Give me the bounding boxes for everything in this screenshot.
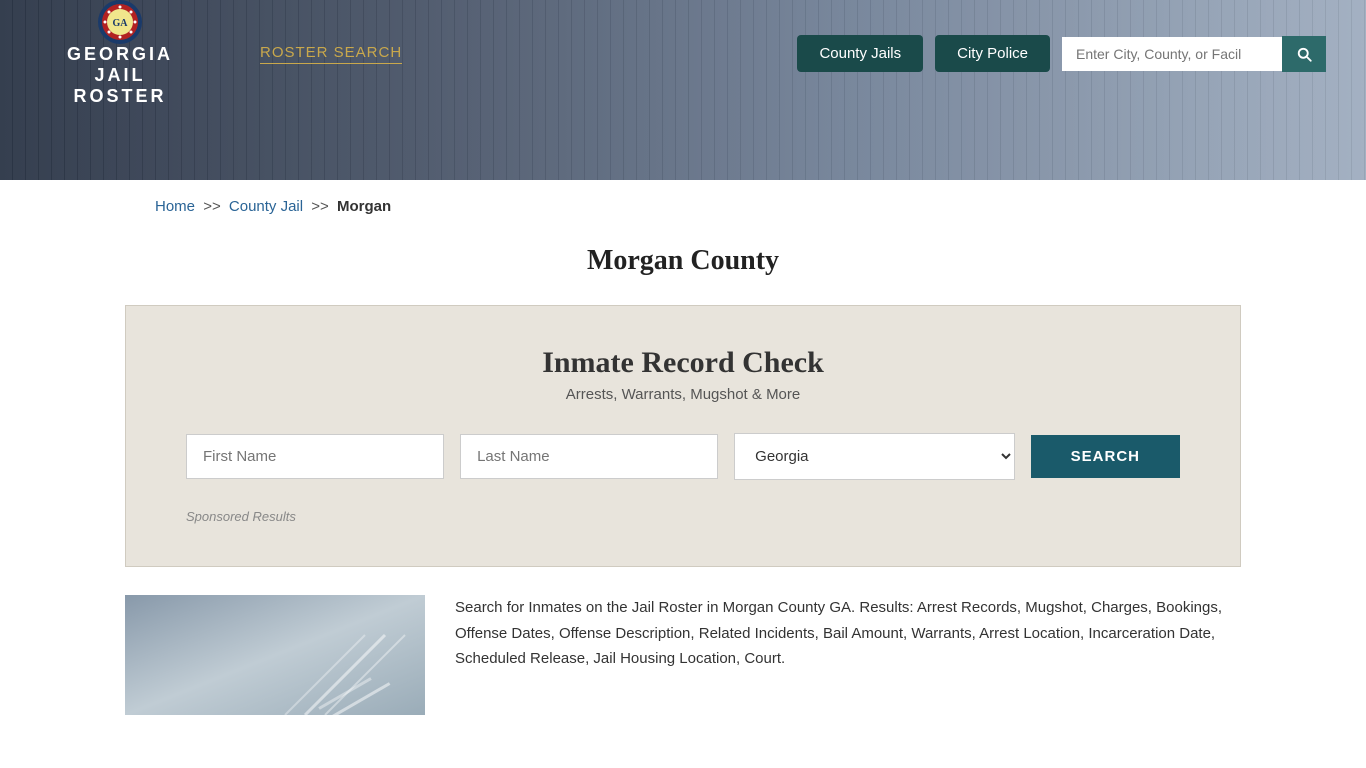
county-image bbox=[125, 595, 425, 715]
georgia-flag-icon: GA bbox=[98, 0, 142, 44]
site-header: GA GEORGIA JAIL ROSTER ROSTER SEARCH Cou… bbox=[0, 0, 1366, 180]
sponsored-text: Sponsored Results bbox=[186, 509, 296, 524]
header-search-bar bbox=[1062, 36, 1326, 72]
logo-line3: ROSTER bbox=[73, 86, 166, 107]
county-image-svg bbox=[125, 595, 425, 715]
record-check-title: Inmate Record Check bbox=[186, 346, 1180, 380]
breadcrumb-county-jail[interactable]: County Jail bbox=[229, 198, 303, 215]
page-title: Morgan County bbox=[0, 245, 1366, 277]
header-search-input[interactable] bbox=[1062, 37, 1282, 71]
county-description: Search for Inmates on the Jail Roster in… bbox=[455, 595, 1241, 672]
breadcrumb-sep2: >> bbox=[311, 198, 329, 215]
record-search-button[interactable]: SEARCH bbox=[1031, 435, 1180, 478]
sponsored-results-label: Sponsored Results bbox=[186, 508, 1180, 526]
header-right: County Jails City Police bbox=[797, 35, 1326, 72]
last-name-input[interactable] bbox=[460, 434, 718, 479]
breadcrumb-sep1: >> bbox=[203, 198, 221, 215]
logo-line2: JAIL bbox=[94, 65, 145, 86]
svg-text:GA: GA bbox=[113, 18, 129, 29]
site-logo[interactable]: GA GEORGIA JAIL ROSTER bbox=[40, 0, 200, 107]
logo-line1: GEORGIA bbox=[67, 44, 173, 65]
record-check-section: Inmate Record Check Arrests, Warrants, M… bbox=[125, 305, 1241, 567]
breadcrumb: Home >> County Jail >> Morgan bbox=[0, 180, 1366, 233]
header-search-button[interactable] bbox=[1282, 36, 1326, 72]
main-nav: ROSTER SEARCH bbox=[200, 44, 797, 64]
city-police-button[interactable]: City Police bbox=[935, 35, 1050, 72]
record-check-subtitle: Arrests, Warrants, Mugshot & More bbox=[186, 386, 1180, 403]
first-name-input[interactable] bbox=[186, 434, 444, 479]
state-select[interactable]: Georgia Alabama Florida Tennessee bbox=[734, 433, 1014, 480]
breadcrumb-current: Morgan bbox=[337, 198, 391, 215]
roster-search-link[interactable]: ROSTER SEARCH bbox=[260, 44, 402, 64]
search-icon bbox=[1295, 45, 1313, 63]
bottom-section: Search for Inmates on the Jail Roster in… bbox=[0, 567, 1366, 743]
county-jails-button[interactable]: County Jails bbox=[797, 35, 923, 72]
breadcrumb-home[interactable]: Home bbox=[155, 198, 195, 215]
page-title-area: Morgan County bbox=[0, 233, 1366, 305]
record-check-form: Georgia Alabama Florida Tennessee SEARCH bbox=[186, 433, 1180, 480]
